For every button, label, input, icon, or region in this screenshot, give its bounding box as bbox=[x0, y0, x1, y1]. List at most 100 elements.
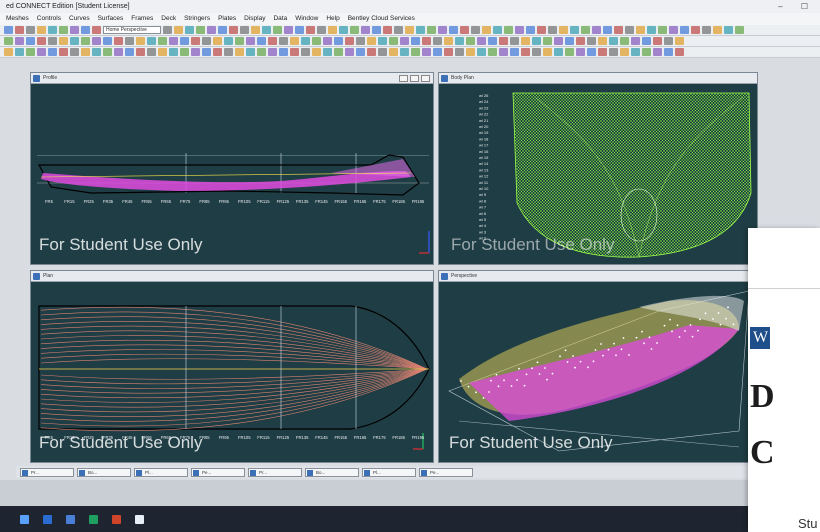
toolbar-button-icon[interactable] bbox=[488, 37, 497, 45]
toolbar-button-icon[interactable] bbox=[664, 48, 673, 56]
toolbar-button-icon[interactable] bbox=[257, 37, 266, 45]
toolbar-button-icon[interactable] bbox=[114, 37, 123, 45]
toolbar-button-icon[interactable] bbox=[268, 37, 277, 45]
toolbar-button-icon[interactable] bbox=[235, 48, 244, 56]
menu-plates[interactable]: Plates bbox=[218, 13, 236, 25]
start-icon[interactable] bbox=[20, 514, 29, 524]
toolbar-button-icon[interactable] bbox=[191, 37, 200, 45]
toolbar-button-icon[interactable] bbox=[268, 48, 277, 56]
toolbar-button-icon[interactable] bbox=[301, 37, 310, 45]
toolbar-button-icon[interactable] bbox=[653, 37, 662, 45]
toolbar-button-icon[interactable] bbox=[180, 37, 189, 45]
toolbar-button-icon[interactable] bbox=[235, 37, 244, 45]
toolbar-button-icon[interactable] bbox=[548, 26, 557, 34]
toolbar-button-icon[interactable] bbox=[625, 26, 634, 34]
toolbar-button-icon[interactable] bbox=[680, 26, 689, 34]
viewport-plan[interactable]: Plan FR5 FR15 FR25 FR35 FR45 FR55 FR65 FR75 FR85… bbox=[30, 270, 434, 463]
toolbar-button-icon[interactable] bbox=[4, 26, 13, 34]
viewport-tab[interactable]: Pl... bbox=[134, 467, 188, 477]
toolbar-button-icon[interactable] bbox=[37, 48, 46, 56]
toolbar-button-icon[interactable] bbox=[521, 48, 530, 56]
menu-help[interactable]: Help bbox=[326, 13, 339, 25]
menu-meshes[interactable]: Meshes bbox=[6, 13, 29, 25]
toolbar-button-icon[interactable] bbox=[669, 26, 678, 34]
toolbar-button-icon[interactable] bbox=[499, 48, 508, 56]
toolbar-button-icon[interactable] bbox=[15, 26, 24, 34]
toolbar-button-icon[interactable] bbox=[405, 26, 414, 34]
viewport-perspective[interactable]: Perspective For Student Use Only bbox=[438, 270, 758, 463]
toolbar-button-icon[interactable] bbox=[37, 37, 46, 45]
menu-surfaces[interactable]: Surfaces bbox=[98, 13, 124, 25]
toolbar-button-icon[interactable] bbox=[306, 26, 315, 34]
toolbar-button-icon[interactable] bbox=[411, 37, 420, 45]
toolbar-button-icon[interactable] bbox=[620, 48, 629, 56]
toolbar-button-icon[interactable] bbox=[449, 26, 458, 34]
toolbar-button-icon[interactable] bbox=[471, 26, 480, 34]
toolbar-button-icon[interactable] bbox=[664, 37, 673, 45]
toolbar-button-icon[interactable] bbox=[499, 37, 508, 45]
toolbar-button-icon[interactable] bbox=[246, 48, 255, 56]
toolbar-button-icon[interactable] bbox=[361, 26, 370, 34]
toolbar-button-icon[interactable] bbox=[493, 26, 502, 34]
toolbar-button-icon[interactable] bbox=[224, 48, 233, 56]
word-icon[interactable] bbox=[66, 514, 75, 524]
toolbar-button-icon[interactable] bbox=[26, 26, 35, 34]
toolbar-button-icon[interactable] bbox=[713, 26, 722, 34]
toolbar-button-icon[interactable] bbox=[532, 37, 541, 45]
toolbar-button-icon[interactable] bbox=[301, 48, 310, 56]
toolbar-button-icon[interactable] bbox=[565, 37, 574, 45]
view-combo[interactable]: Home Perspective bbox=[103, 26, 161, 34]
toolbar-button-icon[interactable] bbox=[345, 37, 354, 45]
toolbar-button-icon[interactable] bbox=[554, 37, 563, 45]
toolbar-button-icon[interactable] bbox=[350, 26, 359, 34]
toolbar-button-icon[interactable] bbox=[4, 48, 13, 56]
toolbar-button-icon[interactable] bbox=[295, 26, 304, 34]
toolbar-button-icon[interactable] bbox=[70, 26, 79, 34]
toolbar-button-icon[interactable] bbox=[378, 48, 387, 56]
toolbar-button-icon[interactable] bbox=[202, 48, 211, 56]
toolbar-button-icon[interactable] bbox=[312, 37, 321, 45]
toolbar-button-icon[interactable] bbox=[345, 48, 354, 56]
toolbar-button-icon[interactable] bbox=[48, 48, 57, 56]
toolbar-button-icon[interactable] bbox=[279, 48, 288, 56]
toolbar-button-icon[interactable] bbox=[581, 26, 590, 34]
toolbar-button-icon[interactable] bbox=[59, 48, 68, 56]
toolbar-button-icon[interactable] bbox=[81, 26, 90, 34]
toolbar-button-icon[interactable] bbox=[279, 37, 288, 45]
toolbar-button-icon[interactable] bbox=[48, 26, 57, 34]
outlook-icon[interactable] bbox=[43, 514, 52, 524]
toolbar-button-icon[interactable] bbox=[26, 48, 35, 56]
toolbar-button-icon[interactable] bbox=[515, 26, 524, 34]
viewport-tab[interactable]: Pe... bbox=[191, 467, 245, 477]
toolbar-button-icon[interactable] bbox=[92, 37, 101, 45]
toolbar-button-icon[interactable] bbox=[389, 48, 398, 56]
toolbar-button-icon[interactable] bbox=[609, 37, 618, 45]
toolbar-button-icon[interactable] bbox=[455, 48, 464, 56]
toolbar-button-icon[interactable] bbox=[169, 48, 178, 56]
toolbar-button-icon[interactable] bbox=[592, 26, 601, 34]
toolbar-button-icon[interactable] bbox=[26, 37, 35, 45]
toolbar-button-icon[interactable] bbox=[642, 48, 651, 56]
toolbar-button-icon[interactable] bbox=[185, 26, 194, 34]
toolbar-button-icon[interactable] bbox=[103, 48, 112, 56]
toolbar-button-icon[interactable] bbox=[378, 37, 387, 45]
toolbar-button-icon[interactable] bbox=[372, 26, 381, 34]
toolbar-button-icon[interactable] bbox=[394, 26, 403, 34]
toolbar-button-icon[interactable] bbox=[224, 37, 233, 45]
window-controls[interactable]: – ☐ bbox=[778, 0, 816, 13]
toolbar-button-icon[interactable] bbox=[136, 37, 145, 45]
toolbar-button-icon[interactable] bbox=[510, 48, 519, 56]
powerpoint-icon[interactable] bbox=[112, 514, 121, 524]
menu-data[interactable]: Data bbox=[273, 13, 287, 25]
toolbar-button-icon[interactable] bbox=[603, 26, 612, 34]
toolbar-button-icon[interactable] bbox=[356, 48, 365, 56]
viewport-tab[interactable]: Bo... bbox=[77, 467, 131, 477]
toolbar-button-icon[interactable] bbox=[427, 26, 436, 34]
toolbar-button-icon[interactable] bbox=[70, 48, 79, 56]
toolbar-button-icon[interactable] bbox=[257, 48, 266, 56]
toolbar-button-icon[interactable] bbox=[702, 26, 711, 34]
toolbar-button-icon[interactable] bbox=[4, 37, 13, 45]
toolbar-button-icon[interactable] bbox=[675, 37, 684, 45]
toolbar-button-icon[interactable] bbox=[334, 48, 343, 56]
toolbar-button-icon[interactable] bbox=[609, 48, 618, 56]
